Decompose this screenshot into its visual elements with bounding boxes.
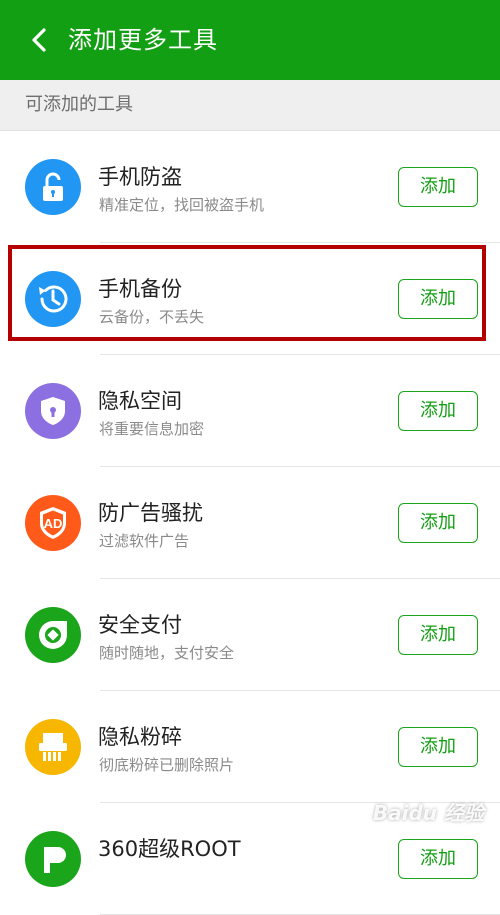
tool-item-secure-pay[interactable]: 安全支付 随时随地，支付安全 添加	[0, 579, 500, 691]
tool-subtitle: 彻底粉碎已删除照片	[99, 756, 235, 774]
tool-item-shredder[interactable]: 隐私粉碎 彻底粉碎已删除照片 添加	[0, 691, 500, 803]
secure-pay-icon	[25, 607, 81, 663]
tool-title: 手机备份	[98, 277, 182, 301]
clock-restore-icon	[25, 271, 81, 327]
tool-title: 隐私空间	[98, 389, 182, 413]
ad-shield-icon: AD	[25, 495, 81, 551]
add-button[interactable]: 添加	[398, 167, 478, 207]
tool-title: 隐私粉碎	[98, 725, 182, 749]
tool-title: 360超级ROOT	[98, 837, 241, 861]
tool-subtitle: 将重要信息加密	[99, 420, 205, 438]
add-button[interactable]: 添加	[398, 279, 478, 319]
watermark: Baidu 经验	[372, 801, 484, 825]
tool-item-backup[interactable]: 手机备份 云备份，不丢失 添加	[0, 243, 500, 355]
tool-subtitle: 随时随地，支付安全	[99, 644, 235, 662]
tool-title: 手机防盗	[98, 165, 182, 189]
section-label: 可添加的工具	[25, 94, 133, 115]
tool-item-ad-block[interactable]: AD 防广告骚扰 过滤软件广告 添加	[0, 467, 500, 579]
add-button[interactable]: 添加	[398, 727, 478, 767]
back-arrow-icon[interactable]	[24, 24, 56, 56]
tool-subtitle: 精准定位，找回被盗手机	[99, 196, 265, 214]
tool-item-anti-theft[interactable]: 手机防盗 精准定位，找回被盗手机 添加	[0, 131, 500, 243]
section-header: 可添加的工具	[0, 80, 500, 131]
shredder-icon	[25, 719, 81, 775]
svg-text:AD: AD	[44, 516, 63, 531]
tool-subtitle: 过滤软件广告	[99, 532, 190, 550]
app-header: 添加更多工具	[0, 0, 500, 80]
add-button[interactable]: 添加	[398, 839, 478, 879]
page-title: 添加更多工具	[68, 26, 218, 54]
tool-subtitle: 云备份，不丢失	[99, 308, 205, 326]
tool-title: 防广告骚扰	[98, 501, 203, 525]
add-button[interactable]: 添加	[398, 615, 478, 655]
tool-item-privacy-space[interactable]: 隐私空间 将重要信息加密 添加	[0, 355, 500, 467]
add-button[interactable]: 添加	[398, 503, 478, 543]
unlock-icon	[25, 159, 81, 215]
add-button[interactable]: 添加	[398, 391, 478, 431]
tool-title: 安全支付	[98, 613, 182, 637]
root-icon	[25, 831, 81, 887]
shield-lock-icon	[25, 383, 81, 439]
